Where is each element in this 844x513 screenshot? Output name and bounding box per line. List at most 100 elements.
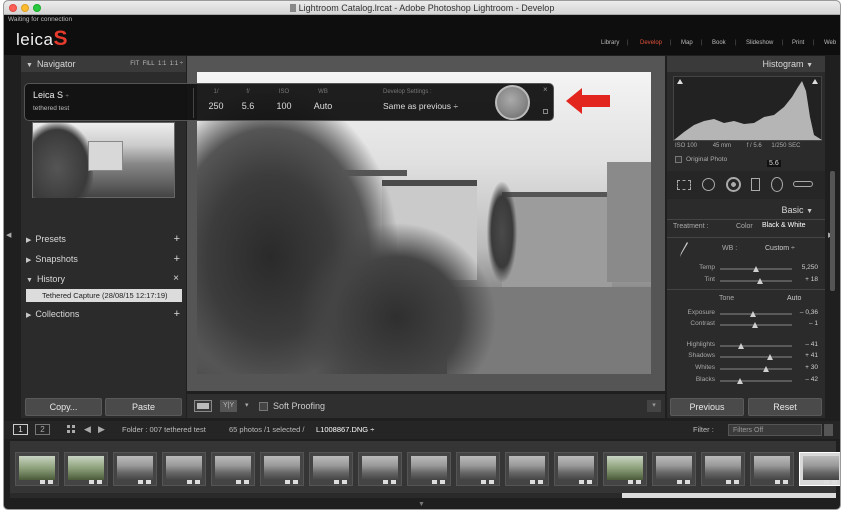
history-header[interactable]: ▼ History × [21, 271, 186, 287]
filmstrip-thumbnail[interactable] [652, 452, 696, 486]
module-library[interactable]: Library [601, 40, 619, 46]
slider-value[interactable]: + 18 [793, 276, 818, 283]
slider-knob[interactable] [749, 311, 756, 317]
back-arrow-icon[interactable]: ◀ [84, 424, 91, 435]
paste-button[interactable]: Paste [105, 398, 182, 416]
module-web[interactable]: Web [824, 40, 836, 46]
left-panel-toggle-icon[interactable]: ◀ [6, 231, 11, 239]
treatment-bw[interactable]: Black & White [762, 222, 806, 229]
slider-value[interactable]: 5,250 [793, 264, 818, 271]
navigator-preview[interactable] [32, 122, 175, 198]
slider-knob[interactable] [737, 378, 744, 384]
add-snapshot-icon[interactable]: + [174, 251, 180, 267]
filter-lock-icon[interactable] [824, 424, 833, 436]
loupe-view-icon[interactable] [194, 400, 212, 412]
filmstrip-thumbnail[interactable] [113, 452, 157, 486]
filmstrip-thumbnail[interactable] [554, 452, 598, 486]
filename-dropdown[interactable]: L1008867.DNG ÷ [316, 425, 374, 434]
slider-value[interactable]: + 41 [793, 352, 818, 359]
slider-track[interactable] [720, 356, 792, 358]
soft-proofing-checkbox[interactable] [259, 402, 268, 411]
slider-track[interactable] [720, 380, 792, 382]
filmstrip-thumbnail[interactable] [799, 452, 840, 486]
filmstrip-scrollbar-thumb[interactable] [622, 493, 836, 498]
presets-header[interactable]: ▶ Presets + [21, 231, 186, 247]
minimize-window-button[interactable] [21, 4, 29, 12]
history-item[interactable]: Tethered Capture (28/08/15 12:17:19) [26, 289, 182, 302]
navigator-header[interactable]: ▼ Navigator FIT FILL 1:1 1:1 ÷ [21, 56, 186, 72]
treatment-color[interactable]: Color [736, 223, 753, 230]
zoom-window-button[interactable] [33, 4, 41, 12]
auto-tone-button[interactable]: Auto [787, 295, 801, 302]
toolbar-menu-icon[interactable]: ▾ [647, 400, 661, 412]
eyedropper-icon[interactable] [679, 241, 689, 259]
wb-dropdown[interactable]: Custom ÷ [765, 245, 795, 252]
forward-arrow-icon[interactable]: ▶ [98, 424, 105, 435]
tether-settings-icon[interactable] [543, 109, 548, 114]
filmstrip-thumbnail[interactable] [505, 452, 549, 486]
filmstrip-thumbnail[interactable] [309, 452, 353, 486]
adjustment-brush-icon[interactable] [793, 181, 813, 187]
basic-header[interactable]: Basic ▼ [667, 202, 825, 218]
before-after-dropdown-icon[interactable]: ▾ [245, 401, 249, 409]
module-slideshow[interactable]: Slideshow [746, 40, 773, 46]
slider-knob[interactable] [766, 354, 773, 360]
clear-history-icon[interactable]: × [173, 271, 179, 287]
reset-button[interactable]: Reset [748, 398, 822, 416]
histogram[interactable] [673, 76, 822, 141]
red-eye-icon[interactable] [726, 177, 741, 192]
slider-knob[interactable] [752, 266, 759, 272]
highlight-clipping-icon[interactable] [812, 79, 818, 84]
filmstrip-thumbnail[interactable] [456, 452, 500, 486]
filmstrip-thumbnail[interactable] [407, 452, 451, 486]
snapshots-header[interactable]: ▶ Snapshots + [21, 251, 186, 267]
shadow-clipping-icon[interactable] [677, 79, 683, 84]
slider-knob[interactable] [751, 322, 758, 328]
develop-settings-dropdown[interactable]: Same as previous ÷ [383, 101, 458, 111]
slider-track[interactable] [720, 313, 792, 315]
slider-value[interactable]: – 0,36 [793, 309, 818, 316]
histogram-header[interactable]: Histogram ▼ [667, 56, 825, 72]
module-print[interactable]: Print [792, 40, 804, 46]
filmstrip-thumbnail[interactable] [750, 452, 794, 486]
filmstrip-thumbnail[interactable] [260, 452, 304, 486]
copy-button[interactable]: Copy... [25, 398, 102, 416]
filmstrip-scrollbar-track[interactable] [10, 493, 836, 498]
add-preset-icon[interactable]: + [174, 231, 180, 247]
right-panel-scrollbar[interactable] [830, 171, 835, 291]
slider-value[interactable]: + 30 [793, 364, 818, 371]
filmstrip-thumbnail[interactable] [15, 452, 59, 486]
slider-knob[interactable] [756, 278, 763, 284]
filmstrip-thumbnail[interactable] [358, 452, 402, 486]
original-photo-checkbox[interactable] [675, 156, 682, 163]
module-map[interactable]: Map [681, 40, 693, 46]
capture-button[interactable] [495, 85, 530, 120]
filmstrip-thumbnail[interactable] [211, 452, 255, 486]
grid-view-icon[interactable] [67, 425, 76, 434]
slider-track[interactable] [720, 345, 792, 347]
close-window-button[interactable] [9, 4, 17, 12]
filmstrip-thumbnail[interactable] [64, 452, 108, 486]
module-book[interactable]: Book [712, 40, 726, 46]
before-after-icon[interactable]: Y|Y [220, 400, 238, 412]
filter-dropdown[interactable]: Filters Off [728, 424, 822, 436]
graduated-filter-icon[interactable] [751, 178, 760, 191]
navigator-zoom-options[interactable]: FIT FILL 1:1 1:1 ÷ [130, 56, 183, 72]
slider-track[interactable] [720, 368, 792, 370]
slider-value[interactable]: – 41 [793, 341, 818, 348]
radial-filter-icon[interactable] [771, 177, 783, 192]
spot-removal-icon[interactable] [702, 178, 715, 191]
previous-button[interactable]: Previous [670, 398, 744, 416]
close-tether-icon[interactable]: × [543, 85, 548, 94]
add-collection-icon[interactable]: + [174, 306, 180, 322]
slider-value[interactable]: – 1 [793, 320, 818, 327]
window-2-button[interactable]: 2 [35, 424, 50, 435]
crop-tool-icon[interactable] [677, 180, 691, 190]
module-develop[interactable]: Develop [640, 40, 662, 46]
filmstrip-toggle-icon[interactable]: ▼ [418, 501, 425, 508]
window-1-button[interactable]: 1 [13, 424, 28, 435]
slider-knob[interactable] [763, 366, 770, 372]
filmstrip-thumbnail[interactable] [701, 452, 745, 486]
collections-header[interactable]: ▶ Collections + [21, 306, 186, 322]
filmstrip-thumbnail[interactable] [162, 452, 206, 486]
